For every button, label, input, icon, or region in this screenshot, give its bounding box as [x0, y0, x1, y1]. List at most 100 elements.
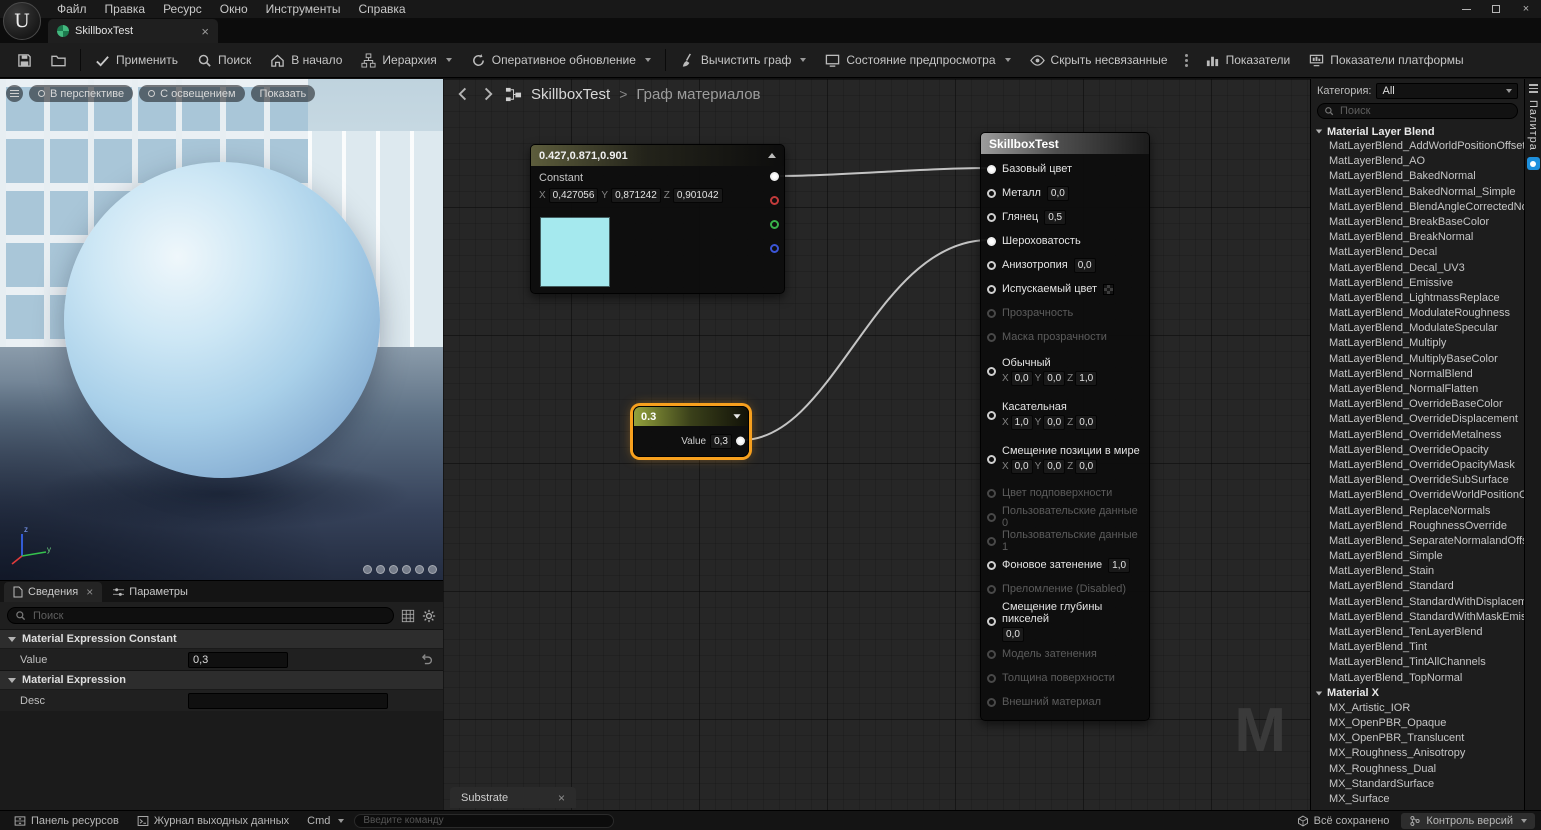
palette-item[interactable]: MatLayerBlend_OverrideBaseColor — [1311, 397, 1524, 412]
content-drawer-button[interactable]: Панель ресурсов — [6, 811, 127, 830]
palette-group-material-x[interactable]: Material X — [1311, 686, 1524, 701]
palette-item[interactable]: MatLayerBlend_BakedNormal_Simple — [1311, 185, 1524, 200]
menu-item[interactable]: Файл — [48, 0, 96, 18]
palette-item[interactable]: MatLayerBlend_OverrideOpacity — [1311, 443, 1524, 458]
tab-close-icon[interactable]: × — [201, 25, 209, 38]
menu-item[interactable]: Правка — [96, 0, 155, 18]
pin-tangent[interactable]: Касательная X1,0 Y0,0 Z0,0 — [981, 393, 1149, 437]
hierarchy-button[interactable]: Иерархия — [352, 47, 460, 73]
palette-item[interactable]: MatLayerBlend_NormalBlend — [1311, 367, 1524, 382]
pin-icon[interactable] — [987, 189, 996, 198]
minimize-button[interactable] — [1451, 0, 1481, 18]
live-update-button[interactable]: Оперативное обновление — [462, 47, 660, 73]
pin-normal[interactable]: Обычный X0,0 Y0,0 Z1,0 — [981, 349, 1149, 393]
scalar-node-header[interactable]: 0.3 — [634, 407, 748, 426]
browse-to-asset-button[interactable] — [42, 47, 75, 73]
pin-specular[interactable]: Глянец 0,5 — [981, 205, 1149, 229]
stats-button[interactable]: Показатели — [1196, 47, 1300, 73]
pin-pixel-depth-offset[interactable]: Смещение глубины пикселей 0,0 — [981, 601, 1149, 642]
g-output-pin[interactable] — [770, 220, 779, 229]
pin-icon[interactable] — [987, 213, 996, 222]
palette-item[interactable]: MatLayerBlend_StandardWithMaskEmissive — [1311, 610, 1524, 625]
palette-item[interactable]: MatLayerBlend_ReplaceNormals — [1311, 504, 1524, 519]
close-button[interactable]: × — [1511, 0, 1541, 18]
pin-anisotropy[interactable]: Анизотропия 0,0 — [981, 253, 1149, 277]
palette-item[interactable]: MatLayerBlend_OverrideOpacityMask — [1311, 458, 1524, 473]
tab-substrate[interactable]: Substrate × — [450, 787, 576, 808]
palette-item[interactable]: MatLayerBlend_OverrideMetalness — [1311, 428, 1524, 443]
constant-vector-node[interactable]: 0.427,0.871,0.901 Constant X 0,427056 Y … — [530, 144, 785, 294]
save-button[interactable] — [8, 47, 41, 73]
close-icon[interactable]: × — [86, 585, 93, 599]
pin-icon[interactable] — [987, 561, 996, 570]
pin-icon[interactable] — [987, 455, 996, 464]
tab-skillboxtest[interactable]: SkillboxTest × — [48, 19, 218, 43]
palette-item[interactable]: MatLayerBlend_ModulateSpecular — [1311, 321, 1524, 336]
palette-item[interactable]: MatLayerBlend_TintAllChannels — [1311, 655, 1524, 670]
palette-search-input[interactable] — [1338, 104, 1511, 118]
pin-icon[interactable] — [987, 411, 996, 420]
pin-icon[interactable] — [987, 237, 996, 246]
palette-item[interactable]: MX_StandardSurface — [1311, 777, 1524, 792]
collapse-up-icon[interactable] — [768, 153, 776, 158]
more-options-icon[interactable] — [1178, 54, 1195, 67]
pin-emissive[interactable]: Испускаемый цвет — [981, 277, 1149, 301]
desc-input[interactable] — [188, 693, 388, 709]
pin-icon[interactable] — [987, 617, 996, 626]
palette-group-material-layer-blend[interactable]: Material Layer Blend — [1311, 124, 1524, 139]
palette-tab-icon[interactable] — [1529, 84, 1538, 93]
palette-item[interactable]: MX_Artistic_IOR — [1311, 701, 1524, 716]
section-material-expression-constant[interactable]: Material Expression Constant — [0, 629, 443, 648]
material-graph-canvas[interactable]: M SkillboxTest > Граф материалов 0.427,0… — [443, 79, 1310, 810]
palette-item[interactable]: MatLayerBlend_Simple — [1311, 549, 1524, 564]
apply-button[interactable]: Применить — [86, 47, 187, 73]
material-node-title[interactable]: SkillboxTest — [981, 133, 1149, 154]
pin-world-position-offset[interactable]: Смещение позиции в мире X0,0 Y0,0 Z0,0 — [981, 437, 1149, 481]
palette-item[interactable]: MatLayerBlend_BakedNormal — [1311, 169, 1524, 184]
scalar-output-pin[interactable] — [736, 437, 745, 446]
palette-item[interactable]: MatLayerBlend_SeparateNormalandOffset — [1311, 534, 1524, 549]
palette-item[interactable]: MatLayerBlend_StandardWithDisplacement — [1311, 595, 1524, 610]
save-status[interactable]: Всё сохранено — [1289, 815, 1398, 827]
pin-icon[interactable] — [987, 261, 996, 270]
source-control-button[interactable]: Контроль версий — [1401, 813, 1535, 829]
pin-icon[interactable] — [987, 367, 996, 376]
home-button[interactable]: В начало — [261, 47, 351, 73]
reset-to-default-icon[interactable] — [420, 653, 433, 666]
palette-item[interactable]: MatLayerBlend_Emissive — [1311, 276, 1524, 291]
palette-item[interactable]: MatLayerBlend_OverrideDisplacement — [1311, 412, 1524, 427]
palette-item[interactable]: MatLayerBlend_Multiply — [1311, 336, 1524, 351]
hide-unrelated-button[interactable]: Скрыть несвязанные — [1021, 47, 1177, 73]
palette-item[interactable]: MatLayerBlend_Decal — [1311, 245, 1524, 260]
pin-ambient-occlusion[interactable]: Фоновое затенение 1,0 — [981, 553, 1149, 577]
scalar-value-input[interactable]: 0,3 — [710, 434, 732, 449]
palette-search[interactable] — [1317, 103, 1518, 119]
r-output-pin[interactable] — [770, 196, 779, 205]
show-button[interactable]: Показать — [251, 85, 316, 102]
palette-item[interactable]: MatLayerBlend_BlendAngleCorrectedNormals — [1311, 200, 1524, 215]
category-dropdown[interactable]: All — [1376, 83, 1518, 99]
forward-arrow-icon[interactable] — [480, 86, 496, 102]
console-command-input[interactable] — [354, 814, 614, 828]
palette-item[interactable]: MX_Roughness_Anisotropy — [1311, 746, 1524, 761]
menu-item[interactable]: Инструменты — [257, 0, 350, 18]
lit-mode-button[interactable]: С освещением — [139, 85, 244, 102]
breadcrumb-root[interactable]: SkillboxTest — [531, 86, 610, 103]
palette-item[interactable]: MatLayerBlend_Stain — [1311, 564, 1524, 579]
pin-roughness[interactable]: Шероховатость — [981, 229, 1149, 253]
clean-graph-button[interactable]: Вычистить граф — [671, 47, 815, 73]
constant-y-input[interactable]: 0,871242 — [611, 188, 661, 203]
emissive-swatch[interactable] — [1103, 284, 1114, 295]
constant-node-header[interactable]: 0.427,0.871,0.901 — [531, 145, 784, 166]
pin-base-color[interactable]: Базовый цвет — [981, 157, 1149, 181]
palette-item[interactable]: MatLayerBlend_OverrideWorldPositionOffse… — [1311, 488, 1524, 503]
palette-item[interactable]: MX_OpenPBR_Translucent — [1311, 731, 1524, 746]
details-search[interactable] — [7, 607, 394, 624]
palette-item[interactable]: MatLayerBlend_TenLayerBlend — [1311, 625, 1524, 640]
perspective-button[interactable]: В перспективе — [29, 85, 133, 102]
palette-item[interactable]: MX_Roughness_Dual — [1311, 762, 1524, 777]
display-filter-icon[interactable] — [401, 609, 415, 623]
section-material-expression[interactable]: Material Expression — [0, 670, 443, 689]
maximize-button[interactable] — [1481, 0, 1511, 18]
palette-item[interactable]: MX_OpenPBR_Opaque — [1311, 716, 1524, 731]
